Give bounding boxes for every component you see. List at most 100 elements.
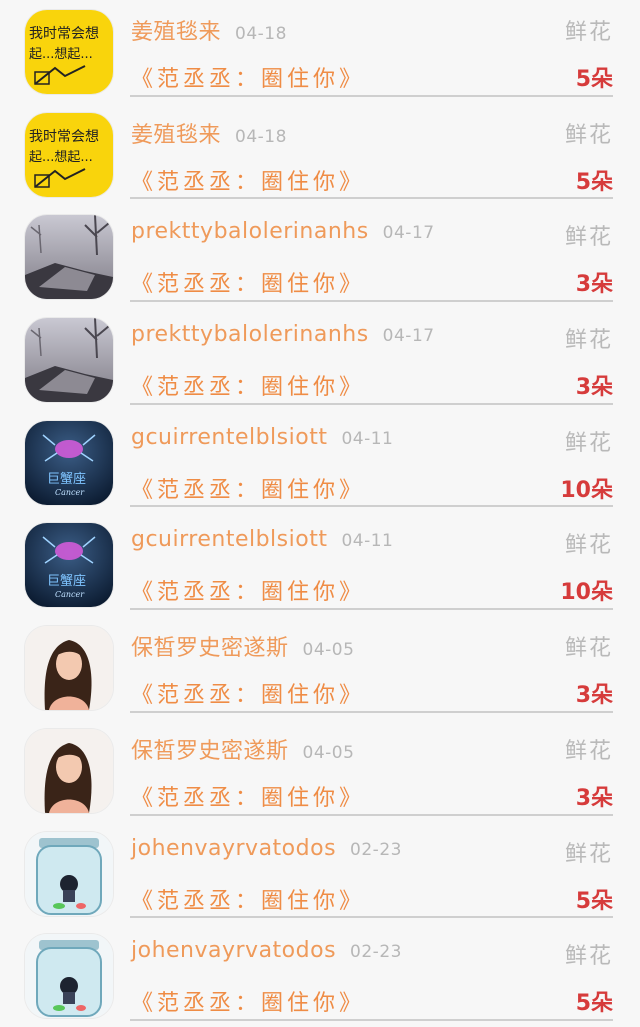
gift-count: 5朵 [575, 991, 613, 1017]
svg-text:巨蟹座: 巨蟹座 [47, 472, 86, 487]
row-divider [130, 916, 613, 919]
send-date: 04-17 [382, 223, 435, 244]
avatar[interactable]: 我时常会想 起...想起... [25, 112, 113, 197]
svg-text:Cancer: Cancer [55, 488, 85, 497]
sender-name: 姜殖毯来 04-18 [131, 14, 287, 46]
row-divider [130, 197, 613, 200]
row-divider [130, 608, 613, 611]
avatar[interactable] [25, 215, 113, 300]
gift-type-label: 鲜花 [564, 533, 613, 559]
gift-type-label: 鲜花 [564, 841, 613, 867]
gift-count: 3朵 [575, 785, 613, 811]
avatar[interactable] [25, 318, 113, 403]
song-title: 《范丞丞：圈住你》 [131, 67, 366, 92]
sender-name: prekttybalolerinanhs 04-17 [131, 322, 435, 347]
row-divider [130, 813, 613, 816]
avatar[interactable] [25, 831, 113, 916]
row-divider [130, 710, 613, 713]
row-divider [130, 1018, 613, 1021]
avatar[interactable]: 我时常会想 起...想起... [25, 10, 113, 94]
gift-count: 3朵 [575, 375, 613, 401]
misty-forest-avatar-icon [25, 215, 113, 300]
send-date: 02-23 [350, 942, 402, 963]
sender-name: 保皙罗史密遂斯 04-05 [131, 733, 354, 765]
sender-name: gcuirrentelblsiott 04-11 [131, 527, 393, 552]
song-title: 《范丞丞：圈住你》 [131, 888, 366, 914]
svg-text:Cancer: Cancer [55, 590, 85, 599]
sender-name-text: 保皙罗史密遂斯 [131, 738, 289, 764]
row-divider [130, 94, 613, 97]
song-title: 《范丞丞：圈住你》 [131, 785, 366, 811]
gift-count: 5朵 [575, 169, 613, 195]
send-date: 04-17 [382, 326, 435, 347]
sender-name-text: gcuirrentelblsiott [131, 527, 328, 553]
song-title: 《范丞丞：圈住你》 [131, 580, 366, 606]
gift-type-label: 鲜花 [564, 225, 613, 251]
svg-text:起...想起...: 起...想起... [29, 46, 93, 62]
svg-text:巨蟹座: 巨蟹座 [47, 574, 86, 589]
gift-count: 10朵 [560, 580, 613, 606]
send-date: 04-11 [341, 428, 394, 449]
handwriting-avatar-icon: 我时常会想 起...想起... [25, 112, 113, 197]
gift-type-label: 鲜花 [564, 738, 613, 764]
gift-type-label: 鲜花 [564, 328, 613, 354]
gift-type-label: 鲜花 [564, 944, 613, 970]
gift-count: 5朵 [575, 67, 613, 92]
song-title: 《范丞丞：圈住你》 [131, 683, 366, 709]
row-divider [130, 300, 613, 303]
avatar[interactable] [25, 934, 113, 1019]
sender-name-text: johenvayrvatodos [131, 835, 337, 861]
song-title: 《范丞丞：圈住你》 [131, 477, 366, 503]
gift-count: 3朵 [575, 683, 613, 709]
gift-record-row[interactable]: prekttybalolerinanhs 04-17 鲜花 《范丞丞：圈住你》 3… [0, 308, 640, 411]
misty-forest-avatar-icon [25, 318, 113, 403]
avatar[interactable] [25, 626, 113, 711]
gift-count: 5朵 [575, 888, 613, 914]
row-divider [130, 505, 613, 508]
sender-name-text: prekttybalolerinanhs [131, 322, 369, 348]
gift-record-row[interactable]: prekttybalolerinanhs 04-17 鲜花 《范丞丞：圈住你》 3… [0, 205, 640, 308]
send-date: 02-23 [350, 839, 402, 860]
gift-record-row[interactable]: 保皙罗史密遂斯 04-05 鲜花 《范丞丞：圈住你》 3朵 [0, 719, 640, 822]
send-date: 04-11 [341, 531, 394, 552]
sender-name-text: 保皙罗史密遂斯 [131, 636, 289, 662]
avatar[interactable] [25, 728, 113, 813]
gift-record-list: 我时常会想 起...想起... 姜殖毯来 04-18 鲜花 《范丞丞：圈住你》 5… [0, 0, 640, 1021]
gift-record-row[interactable]: 保皙罗史密遂斯 04-05 鲜花 《范丞丞：圈住你》 3朵 [0, 616, 640, 719]
woman-portrait-avatar-icon [25, 626, 113, 711]
sender-name-text: 姜殖毯来 [131, 122, 222, 148]
gift-record-row[interactable]: 巨蟹座 Cancer gcuirrentelblsiott 04-11 鲜花 《范… [0, 411, 640, 514]
song-title: 《范丞丞：圈住你》 [131, 272, 366, 298]
song-title: 《范丞丞：圈住你》 [131, 991, 366, 1017]
sender-name: gcuirrentelblsiott 04-11 [131, 425, 393, 450]
svg-text:我时常会想: 我时常会想 [29, 26, 99, 42]
gift-count: 3朵 [575, 272, 613, 298]
gift-type-label: 鲜花 [564, 636, 613, 662]
gift-record-row[interactable]: 我时常会想 起...想起... 姜殖毯来 04-18 鲜花 《范丞丞：圈住你》 5… [0, 103, 640, 206]
sender-name: prekttybalolerinanhs 04-17 [131, 219, 435, 244]
sender-name: johenvayrvatodos 02-23 [131, 938, 402, 963]
jar-figure-avatar-icon [25, 831, 113, 916]
sender-name: 姜殖毯来 04-18 [131, 117, 287, 149]
gift-record-row[interactable]: johenvayrvatodos 02-23 鲜花 《范丞丞：圈住你》 5朵 [0, 822, 640, 925]
gift-type-label: 鲜花 [564, 122, 613, 148]
gift-record-row[interactable]: 我时常会想 起...想起... 姜殖毯来 04-18 鲜花 《范丞丞：圈住你》 5… [0, 0, 640, 103]
jar-figure-avatar-icon [25, 934, 113, 1019]
send-date: 04-18 [235, 126, 287, 147]
sender-name-text: prekttybalolerinanhs [131, 219, 369, 245]
sender-name: 保皙罗史密遂斯 04-05 [131, 630, 354, 662]
handwriting-avatar-icon: 我时常会想 起...想起... [25, 10, 113, 94]
gift-record-row[interactable]: 巨蟹座 Cancer gcuirrentelblsiott 04-11 鲜花 《范… [0, 513, 640, 616]
send-date: 04-18 [235, 24, 287, 44]
gift-count: 10朵 [560, 477, 613, 503]
sender-name-text: 姜殖毯来 [131, 20, 222, 45]
gift-type-label: 鲜花 [564, 430, 613, 456]
row-divider [130, 402, 613, 405]
gift-record-row[interactable]: johenvayrvatodos 02-23 鲜花 《范丞丞：圈住你》 5朵 [0, 924, 640, 1027]
avatar[interactable]: 巨蟹座 Cancer [25, 420, 113, 505]
song-title: 《范丞丞：圈住你》 [131, 169, 366, 195]
gift-type-label: 鲜花 [564, 20, 613, 45]
avatar[interactable]: 巨蟹座 Cancer [25, 523, 113, 608]
woman-portrait-avatar-icon [25, 728, 113, 813]
sender-name: johenvayrvatodos 02-23 [131, 836, 402, 861]
